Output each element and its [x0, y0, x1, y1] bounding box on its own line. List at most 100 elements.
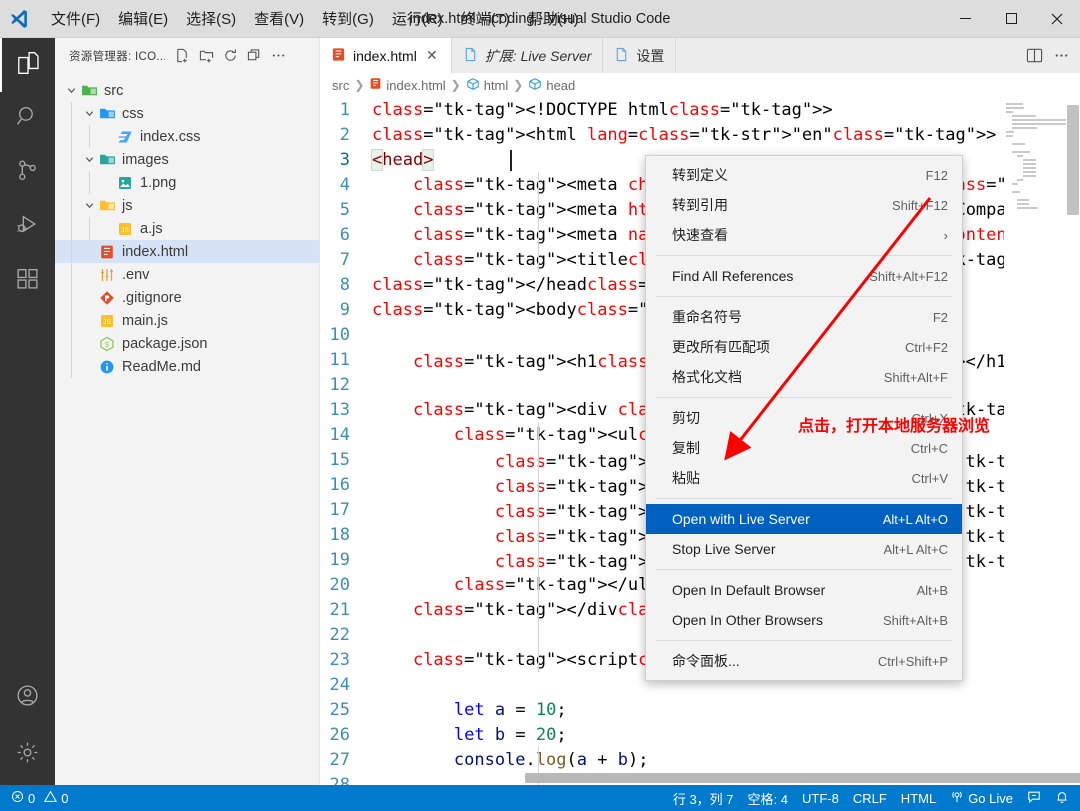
status-feedback[interactable] [1020, 785, 1048, 811]
tree-item-css[interactable]: css [55, 102, 319, 125]
context-menu-item-label: Find All References [672, 268, 794, 284]
tree-item-1-png[interactable]: 1.png [55, 171, 319, 194]
activity-search[interactable] [0, 92, 55, 146]
status-go-live[interactable]: Go Live [943, 785, 1020, 811]
menu-help[interactable]: 帮助(H) [519, 6, 588, 32]
tree-item-src[interactable]: src [55, 79, 319, 102]
minimize-button[interactable] [942, 0, 988, 38]
svg-text:S: S [105, 341, 110, 348]
tree-indent-guide [71, 240, 72, 263]
activity-extensions[interactable] [0, 254, 55, 308]
editor-vertical-scrollbar[interactable] [1066, 97, 1080, 785]
context-menu-item-更改所有匹配项[interactable]: 更改所有匹配项 Ctrl+F2 [646, 332, 962, 362]
chevron-down-icon[interactable] [81, 108, 97, 119]
context-menu-item-转到定义[interactable]: 转到定义 F12 [646, 160, 962, 190]
files-explorer-icon [15, 50, 41, 81]
breadcrumb-item-head[interactable]: head [528, 77, 575, 94]
menu-selection[interactable]: 选择(S) [177, 6, 245, 32]
tree-item-readme-md[interactable]: ReadMe.md [55, 355, 319, 378]
tree-indent-guide [71, 263, 72, 286]
tab-index-html[interactable]: index.html ✕ [320, 38, 452, 73]
tab-live-server-extension[interactable]: 扩展: Live Server [452, 38, 604, 73]
status-notifications[interactable] [1048, 785, 1076, 811]
tree-item-a-js[interactable]: JS a.js [55, 217, 319, 240]
close-button[interactable] [1034, 0, 1080, 38]
chevron-down-icon[interactable] [81, 154, 97, 165]
new-file-button[interactable] [171, 45, 193, 67]
tree-item-gitignore[interactable]: .gitignore [55, 286, 319, 309]
context-menu-item-命令面板[interactable]: 命令面板... Ctrl+Shift+P [646, 646, 962, 676]
close-icon[interactable]: ✕ [424, 47, 440, 64]
tree-item-index-css[interactable]: index.css [55, 125, 319, 148]
activity-source-control[interactable] [0, 146, 55, 200]
context-menu-item-find-all-references[interactable]: Find All References Shift+Alt+F12 [646, 261, 962, 291]
context-menu-item-粘贴[interactable]: 粘贴 Ctrl+V [646, 463, 962, 493]
menu-view[interactable]: 查看(V) [245, 6, 313, 32]
tree-item-js[interactable]: js [55, 194, 319, 217]
scrollbar-thumb[interactable] [525, 773, 1080, 783]
chevron-down-icon[interactable] [63, 85, 79, 96]
tree-indent-guide [89, 171, 90, 194]
tree-item-main-js[interactable]: JS main.js [55, 309, 319, 332]
context-menu-item-label: 复制 [672, 440, 700, 456]
tree-item-label: css [122, 105, 144, 122]
status-cursor-position[interactable]: 行 3，列 7 [666, 785, 741, 811]
context-menu-item-open-with-live-server[interactable]: Open with Live Server Alt+L Alt+O [646, 504, 962, 534]
editor-context-menu[interactable]: 转到定义 F12 转到引用 Shift+F12 快速查看 › Find All Refere… [645, 155, 963, 681]
context-menu-item-open-in-default-browser[interactable]: Open In Default Browser Alt+B [646, 575, 962, 605]
context-menu-item-剪切[interactable]: 剪切 Ctrl+X [646, 403, 962, 433]
code-line[interactable]: 25 let a = 10; [320, 697, 1080, 722]
code-line[interactable]: 2 class="tk-tag"><html lang=class="tk-str… [320, 122, 1080, 147]
context-menu-item-复制[interactable]: 复制 Ctrl+C [646, 433, 962, 463]
window-controls [942, 0, 1080, 38]
code-line[interactable]: 26 let b = 20; [320, 722, 1080, 747]
context-menu-item-open-in-other-browsers[interactable]: Open In Other Browsers Shift+Alt+B [646, 605, 962, 635]
new-folder-button[interactable] [195, 45, 217, 67]
tab-settings[interactable]: 设置 [603, 38, 677, 73]
breadcrumb-label: src [332, 77, 350, 93]
tree-indent-guide [71, 102, 72, 125]
breadcrumb-item-src[interactable]: src [332, 78, 349, 93]
menu-edit[interactable]: 编辑(E) [109, 6, 177, 32]
code-line[interactable]: 27 console.log(a + b); [320, 747, 1080, 772]
tree-item-index-html[interactable]: index.html [55, 240, 319, 263]
scrollbar-thumb[interactable] [1067, 105, 1079, 215]
editor-more-button[interactable] [1053, 47, 1070, 64]
activity-run-debug[interactable] [0, 200, 55, 254]
minimap-line [1006, 131, 1014, 133]
status-eol[interactable]: CRLF [846, 785, 894, 811]
code-line[interactable]: 1 class="tk-tag"><!DOCTYPE htmlclass="tk-… [320, 97, 1080, 122]
status-problems[interactable]: 0 0 [4, 785, 75, 811]
context-menu-item-转到引用[interactable]: 转到引用 Shift+F12 [646, 190, 962, 220]
menu-file[interactable]: 文件(F) [42, 6, 109, 32]
status-indentation[interactable]: 空格: 4 [741, 785, 795, 811]
minimap[interactable] [1004, 97, 1068, 785]
refresh-explorer-button[interactable] [219, 45, 241, 67]
context-menu-item-shortcut: Alt+L Alt+C [883, 541, 948, 557]
context-menu-item-重命名符号[interactable]: 重命名符号 F2 [646, 302, 962, 332]
menu-run[interactable]: 运行(R) [383, 6, 452, 32]
menu-terminal[interactable]: 终端(T) [452, 6, 519, 32]
tree-item-package-json[interactable]: Spackage.json [55, 332, 319, 355]
context-menu-item-快速查看[interactable]: 快速查看 › [646, 220, 962, 250]
activity-accounts[interactable] [0, 671, 55, 725]
maximize-button[interactable] [988, 0, 1034, 38]
tree-item-label: index.css [140, 128, 201, 145]
activity-manage[interactable] [0, 725, 55, 785]
status-language-mode[interactable]: HTML [894, 785, 943, 811]
chevron-down-icon[interactable] [81, 200, 97, 211]
minimap-line [1017, 155, 1024, 157]
menu-goto[interactable]: 转到(G) [313, 6, 383, 32]
context-menu-item-格式化文档[interactable]: 格式化文档 Shift+Alt+F [646, 362, 962, 392]
status-encoding[interactable]: UTF-8 [795, 785, 846, 811]
tree-item-env[interactable]: .env [55, 263, 319, 286]
context-menu-item-stop-live-server[interactable]: Stop Live Server Alt+L Alt+C [646, 534, 962, 564]
breadcrumb-item-html[interactable]: html [466, 77, 508, 94]
explorer-more-button[interactable] [267, 45, 289, 67]
split-editor-button[interactable] [1026, 47, 1043, 64]
tree-item-images[interactable]: images [55, 148, 319, 171]
breadcrumb-item-file[interactable]: index.html [369, 77, 446, 93]
collapse-folders-button[interactable] [243, 45, 265, 67]
activity-explorer[interactable] [0, 38, 55, 92]
editor-horizontal-scrollbar[interactable] [320, 773, 1080, 785]
